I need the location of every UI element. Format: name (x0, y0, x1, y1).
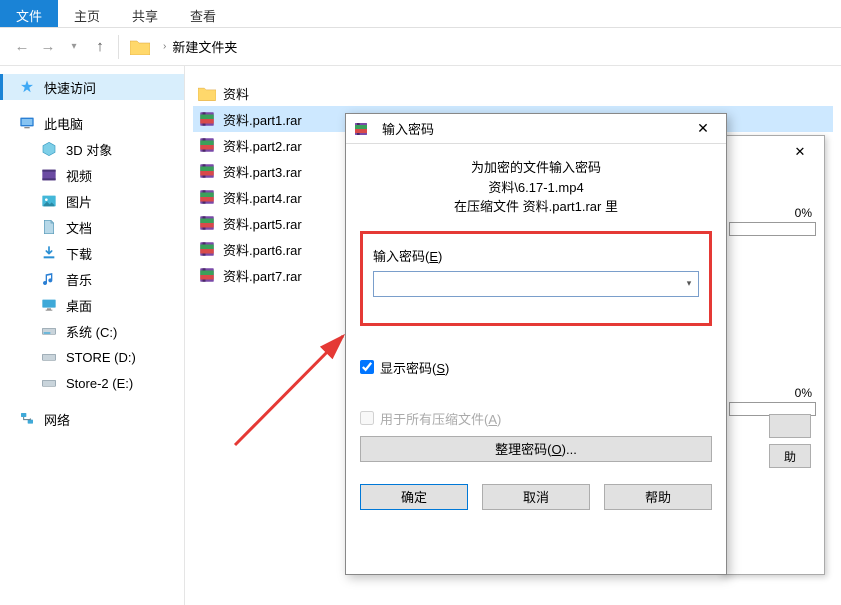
nav-forward-button[interactable]: → (36, 35, 60, 59)
sidebar-drive-d[interactable]: STORE (D:) (0, 344, 184, 370)
folder-icon (129, 38, 151, 56)
sidebar-item-label: 音乐 (66, 270, 92, 289)
sidebar-drive-c[interactable]: 系统 (C:) (0, 318, 184, 344)
dialog-titlebar[interactable]: 输入密码 ✕ (346, 114, 726, 144)
folder-item[interactable]: 资料 (193, 80, 833, 106)
sidebar-quick-access[interactable]: 快速访问 (0, 74, 184, 100)
sidebar-videos[interactable]: 视频 (0, 162, 184, 188)
network-icon (18, 410, 36, 428)
info-line-2: 资料\6.17-1.mp4 (360, 178, 712, 198)
password-input[interactable] (373, 271, 699, 297)
show-password-check-input[interactable] (360, 360, 374, 374)
password-dropdown-button[interactable]: ▾ (680, 272, 698, 296)
tab-share[interactable]: 共享 (116, 0, 174, 27)
sidebar-item-label: 图片 (66, 192, 92, 211)
breadcrumb-folder[interactable]: 新建文件夹 (172, 37, 237, 56)
address-bar: ← → ▾ ↑ › 新建文件夹 (0, 28, 841, 66)
rar-icon (197, 239, 217, 259)
rar-icon (352, 120, 370, 138)
progress-percent-2: 0% (729, 386, 816, 400)
drive-icon (40, 374, 58, 392)
rar-icon (197, 161, 217, 181)
file-name: 资料.part5.rar (223, 214, 302, 233)
file-name: 资料.part6.rar (223, 240, 302, 259)
file-name: 资料.part2.rar (223, 136, 302, 155)
ok-button[interactable]: 确定 (360, 484, 468, 510)
progress-bar (729, 222, 816, 236)
sidebar-item-label: 下载 (66, 244, 92, 263)
sidebar-item-label: 文档 (66, 218, 92, 237)
drive-icon (40, 348, 58, 366)
music-icon (40, 270, 58, 288)
sidebar-item-label: 视频 (66, 166, 92, 185)
sidebar-this-pc[interactable]: 此电脑 (0, 110, 184, 136)
use-for-all-check-input (360, 411, 374, 425)
sidebar-drive-e[interactable]: Store-2 (E:) (0, 370, 184, 396)
sidebar-downloads[interactable]: 下载 (0, 240, 184, 266)
file-name: 资料.part4.rar (223, 188, 302, 207)
dialog-info: 为加密的文件输入密码 资料\6.17-1.mp4 在压缩文件 资料.part1.… (360, 158, 712, 217)
sidebar-desktop[interactable]: 桌面 (0, 292, 184, 318)
sidebar-item-label: 此电脑 (44, 114, 83, 133)
sidebar-item-label: 3D 对象 (66, 140, 112, 159)
dialog-title: 输入密码 (378, 119, 686, 138)
file-name: 资料.part3.rar (223, 162, 302, 181)
help-button[interactable]: 帮助 (604, 484, 712, 510)
sidebar-music[interactable]: 音乐 (0, 266, 184, 292)
password-label: 输入密码(E) (373, 246, 699, 265)
breadcrumb-sep: › (163, 41, 166, 52)
info-line-1: 为加密的文件输入密码 (360, 158, 712, 178)
sidebar-item-label: Store-2 (E:) (66, 376, 133, 391)
rar-icon (197, 109, 217, 129)
rar-icon (197, 135, 217, 155)
sidebar-documents[interactable]: 文档 (0, 214, 184, 240)
rar-icon (197, 187, 217, 207)
downloads-icon (40, 244, 58, 262)
password-highlight-box: 输入密码(E) ▾ (360, 231, 712, 326)
ribbon-tabs: 文件 主页 共享 查看 (0, 0, 841, 28)
sidebar-3d-objects[interactable]: 3D 对象 (0, 136, 184, 162)
sidebar-item-label: STORE (D:) (66, 350, 136, 365)
nav-pane: 快速访问 此电脑 3D 对象 视频 图片 文档 下载 (0, 66, 185, 605)
tab-home[interactable]: 主页 (58, 0, 116, 27)
file-name: 资料 (223, 84, 249, 103)
pc-icon (18, 114, 36, 132)
use-for-all-checkbox: 用于所有压缩文件(A) (360, 409, 712, 428)
bg-help-button[interactable]: 助 (769, 444, 811, 468)
file-name: 资料.part1.rar (223, 110, 302, 129)
video-icon (40, 166, 58, 184)
extract-progress-dialog: ✕ 0% 0% 助 (720, 135, 825, 575)
sidebar-item-label: 网络 (44, 410, 70, 429)
sidebar-item-label: 系统 (C:) (66, 322, 117, 341)
nav-recent-dropdown[interactable]: ▾ (62, 35, 86, 59)
sidebar-network[interactable]: 网络 (0, 406, 184, 432)
organize-passwords-button[interactable]: 整理密码(O)... (360, 436, 712, 462)
tab-view[interactable]: 查看 (174, 0, 232, 27)
nav-back-button[interactable]: ← (10, 35, 34, 59)
rar-icon (197, 265, 217, 285)
cancel-button[interactable]: 取消 (482, 484, 590, 510)
star-icon (18, 78, 36, 96)
documents-icon (40, 218, 58, 236)
file-name: 资料.part7.rar (223, 266, 302, 285)
pictures-icon (40, 192, 58, 210)
bg-button-1[interactable] (769, 414, 811, 438)
progress-percent: 0% (729, 206, 816, 220)
info-line-3: 在压缩文件 资料.part1.rar 里 (360, 197, 712, 217)
sidebar-item-label: 快速访问 (44, 78, 96, 97)
desktop-icon (40, 296, 58, 314)
drive-icon (40, 322, 58, 340)
rar-icon (197, 213, 217, 233)
sidebar-pictures[interactable]: 图片 (0, 188, 184, 214)
folder-icon (197, 83, 217, 103)
show-password-checkbox[interactable]: 显示密码(S) (360, 358, 712, 377)
nav-up-button[interactable]: ↑ (88, 35, 112, 59)
cube-icon (40, 140, 58, 158)
sidebar-item-label: 桌面 (66, 296, 92, 315)
tab-file[interactable]: 文件 (0, 0, 58, 27)
close-button[interactable]: ✕ (786, 142, 814, 162)
close-button[interactable]: ✕ (686, 118, 720, 140)
password-dialog: 输入密码 ✕ 为加密的文件输入密码 资料\6.17-1.mp4 在压缩文件 资料… (345, 113, 727, 575)
